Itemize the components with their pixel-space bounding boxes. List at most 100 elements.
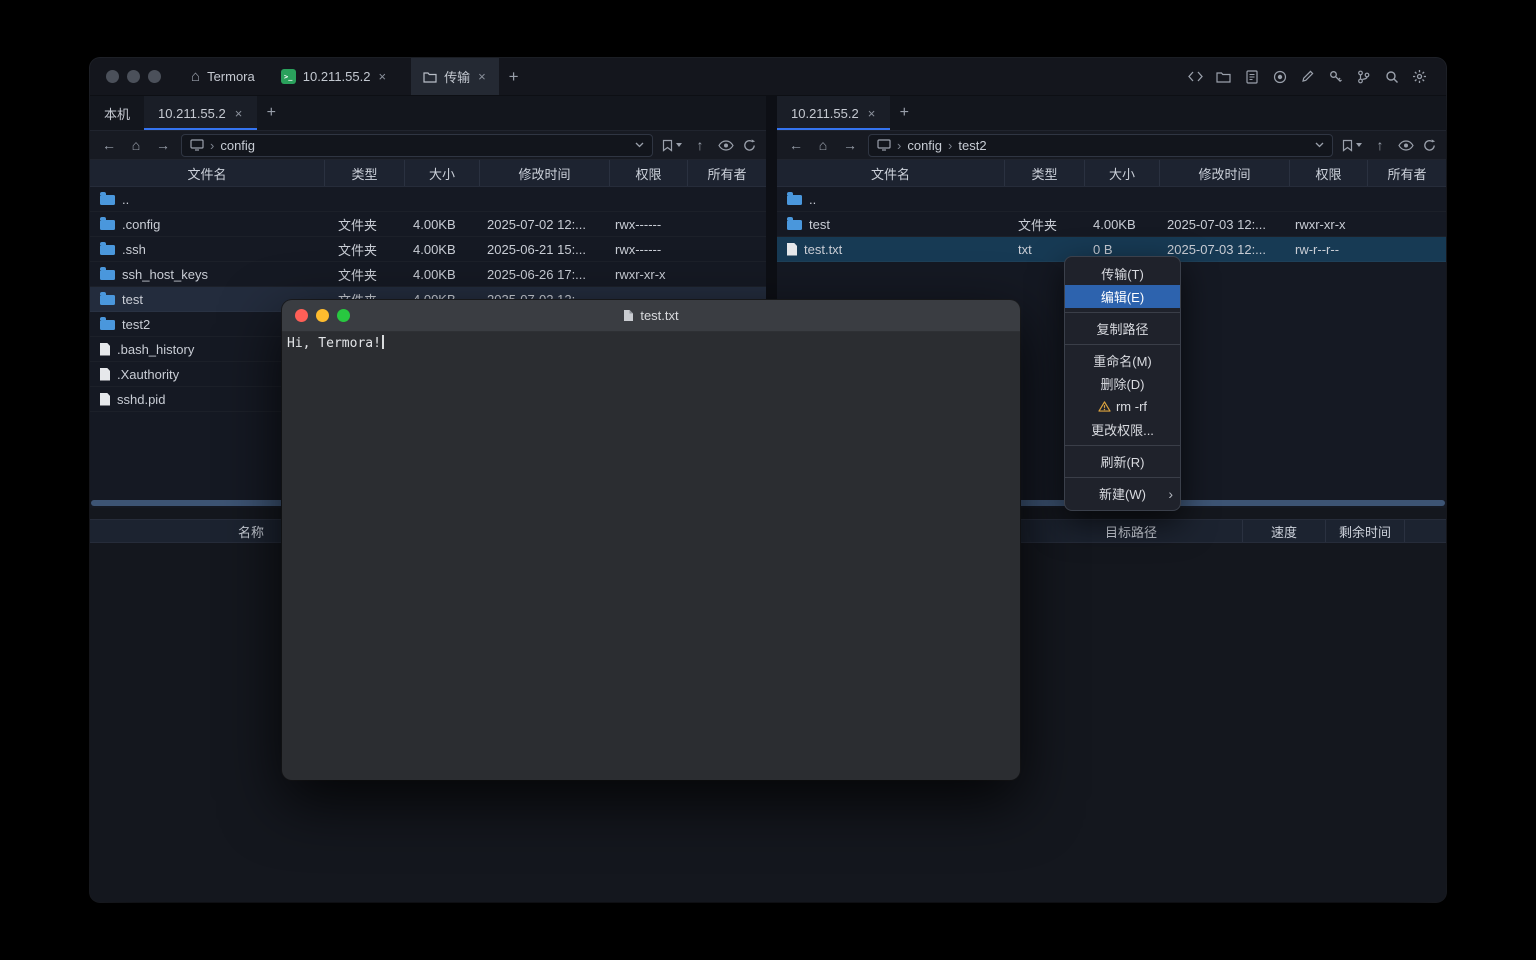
log-icon[interactable] <box>1243 68 1260 85</box>
document-icon <box>623 309 634 322</box>
close-tab-icon[interactable]: × <box>477 69 487 84</box>
col-type: 类型 <box>1005 160 1085 186</box>
breadcrumb-segment[interactable]: config <box>220 138 255 153</box>
editor-window: test.txt Hi, Termora! <box>282 300 1020 780</box>
back-icon[interactable]: ← <box>787 137 805 153</box>
search-icon[interactable] <box>1383 68 1400 85</box>
upload-icon[interactable]: ↑ <box>1371 137 1389 153</box>
zoom-window-button[interactable] <box>148 70 161 83</box>
tab-remote-host[interactable]: 10.211.55.2 × <box>144 96 257 130</box>
record-icon[interactable] <box>1271 68 1288 85</box>
right-panel-tabs: 10.211.55.2 × + <box>777 96 1446 131</box>
col-target-path: 目标路径 <box>1020 520 1243 542</box>
menu-item-rename[interactable]: 重命名(M) <box>1065 349 1180 372</box>
tab-label: 10.211.55.2 <box>791 106 859 121</box>
file-name: .bash_history <box>117 342 194 357</box>
bookmark-control[interactable] <box>1342 139 1362 152</box>
home-icon[interactable]: ⌂ <box>127 137 145 153</box>
tab-ssh-session[interactable]: >_ 10.211.55.2 × <box>269 58 399 95</box>
file-name: test <box>809 217 830 232</box>
new-tab-button[interactable]: + <box>499 58 529 95</box>
folder-icon <box>100 195 115 205</box>
forward-icon[interactable]: → <box>154 137 172 153</box>
tab-remote-host[interactable]: 10.211.55.2 × <box>777 96 890 130</box>
close-tab-icon[interactable]: × <box>867 106 877 121</box>
folder-icon <box>100 220 115 230</box>
close-tab-icon[interactable]: × <box>377 69 387 84</box>
close-window-button[interactable] <box>106 70 119 83</box>
editor-content[interactable]: Hi, Termora! <box>282 332 1020 780</box>
breadcrumb-segment[interactable]: test2 <box>958 138 986 153</box>
file-name: test2 <box>122 317 150 332</box>
col-modified: 修改时间 <box>480 160 610 186</box>
folder-icon <box>787 220 802 230</box>
pencil-icon[interactable] <box>1299 68 1316 85</box>
close-tab-icon[interactable]: × <box>234 106 244 121</box>
chevron-down-icon[interactable] <box>635 142 644 148</box>
file-name: test <box>122 292 143 307</box>
close-window-button[interactable] <box>295 309 308 322</box>
folder-icon <box>100 245 115 255</box>
show-hidden-icon[interactable] <box>718 140 734 151</box>
menu-separator <box>1065 477 1180 478</box>
path-breadcrumb[interactable]: › config › test2 <box>868 134 1333 157</box>
key-icon[interactable] <box>1327 68 1344 85</box>
breadcrumb-separator: › <box>897 138 901 153</box>
file-name: .ssh <box>122 242 146 257</box>
file-row[interactable]: test 文件夹 4.00KB 2025-07-03 12:... rwxr-x… <box>777 212 1446 237</box>
bookmark-control[interactable] <box>662 139 682 152</box>
file-row[interactable]: .. <box>90 187 766 212</box>
show-hidden-icon[interactable] <box>1398 140 1414 151</box>
home-icon: ⌂ <box>191 69 200 84</box>
text-cursor <box>382 335 384 349</box>
file-row[interactable]: ssh_host_keys 文件夹 4.00KB 2025-06-26 17:.… <box>90 262 766 287</box>
new-panel-tab-button[interactable]: + <box>890 96 918 130</box>
forward-icon[interactable]: → <box>841 137 859 153</box>
menu-item-edit[interactable]: 编辑(E) <box>1065 285 1180 308</box>
file-row[interactable]: .ssh 文件夹 4.00KB 2025-06-21 15:... rwx---… <box>90 237 766 262</box>
tab-transfer[interactable]: 传输 × <box>411 58 499 95</box>
settings-icon[interactable] <box>1411 68 1428 85</box>
refresh-icon[interactable] <box>743 139 756 152</box>
menu-item-refresh[interactable]: 刷新(R) <box>1065 450 1180 473</box>
menu-item-rm-rf[interactable]: rm -rf <box>1065 395 1180 418</box>
tab-local[interactable]: 本机 <box>90 96 144 130</box>
menu-separator <box>1065 445 1180 446</box>
upload-icon[interactable]: ↑ <box>691 137 709 153</box>
titlebar-actions <box>1187 58 1446 95</box>
tab-label: 10.211.55.2 <box>158 106 226 121</box>
home-icon[interactable]: ⌂ <box>814 137 832 153</box>
zoom-window-button[interactable] <box>337 309 350 322</box>
code-icon[interactable] <box>1187 68 1204 85</box>
refresh-icon[interactable] <box>1423 139 1436 152</box>
desktop: ⌂ Termora >_ 10.211.55.2 × 传输 × + <box>0 0 1536 960</box>
minimize-window-button[interactable] <box>127 70 140 83</box>
folder-icon[interactable] <box>1215 68 1232 85</box>
folder-icon <box>423 71 437 83</box>
editor-titlebar[interactable]: test.txt <box>282 300 1020 332</box>
breadcrumb-segment[interactable]: config <box>907 138 942 153</box>
left-toolbar: ← ⌂ → › config <box>90 131 766 160</box>
col-size: 大小 <box>1085 160 1160 186</box>
file-icon <box>787 243 797 256</box>
branch-icon[interactable] <box>1355 68 1372 85</box>
chevron-down-icon[interactable] <box>1315 142 1324 148</box>
tab-home[interactable]: ⌂ Termora <box>187 58 259 95</box>
file-row[interactable]: .config 文件夹 4.00KB 2025-07-02 12:... rwx… <box>90 212 766 237</box>
menu-item-delete[interactable]: 删除(D) <box>1065 372 1180 395</box>
minimize-window-button[interactable] <box>316 309 329 322</box>
menu-item-new[interactable]: 新建(W) › <box>1065 482 1180 505</box>
menu-item-transfer[interactable]: 传输(T) <box>1065 262 1180 285</box>
file-name: .. <box>122 192 129 207</box>
editor-text: Hi, Termora! <box>287 336 381 351</box>
menu-item-copy-path[interactable]: 复制路径 <box>1065 317 1180 340</box>
file-row[interactable]: .. <box>777 187 1446 212</box>
tab-label: 本机 <box>104 104 130 123</box>
terminal-icon: >_ <box>281 69 296 84</box>
chevron-down-icon <box>1356 143 1362 147</box>
back-icon[interactable]: ← <box>100 137 118 153</box>
new-panel-tab-button[interactable]: + <box>257 96 285 130</box>
menu-item-chmod[interactable]: 更改权限... <box>1065 418 1180 441</box>
path-breadcrumb[interactable]: › config <box>181 134 653 157</box>
window-controls <box>90 58 161 95</box>
